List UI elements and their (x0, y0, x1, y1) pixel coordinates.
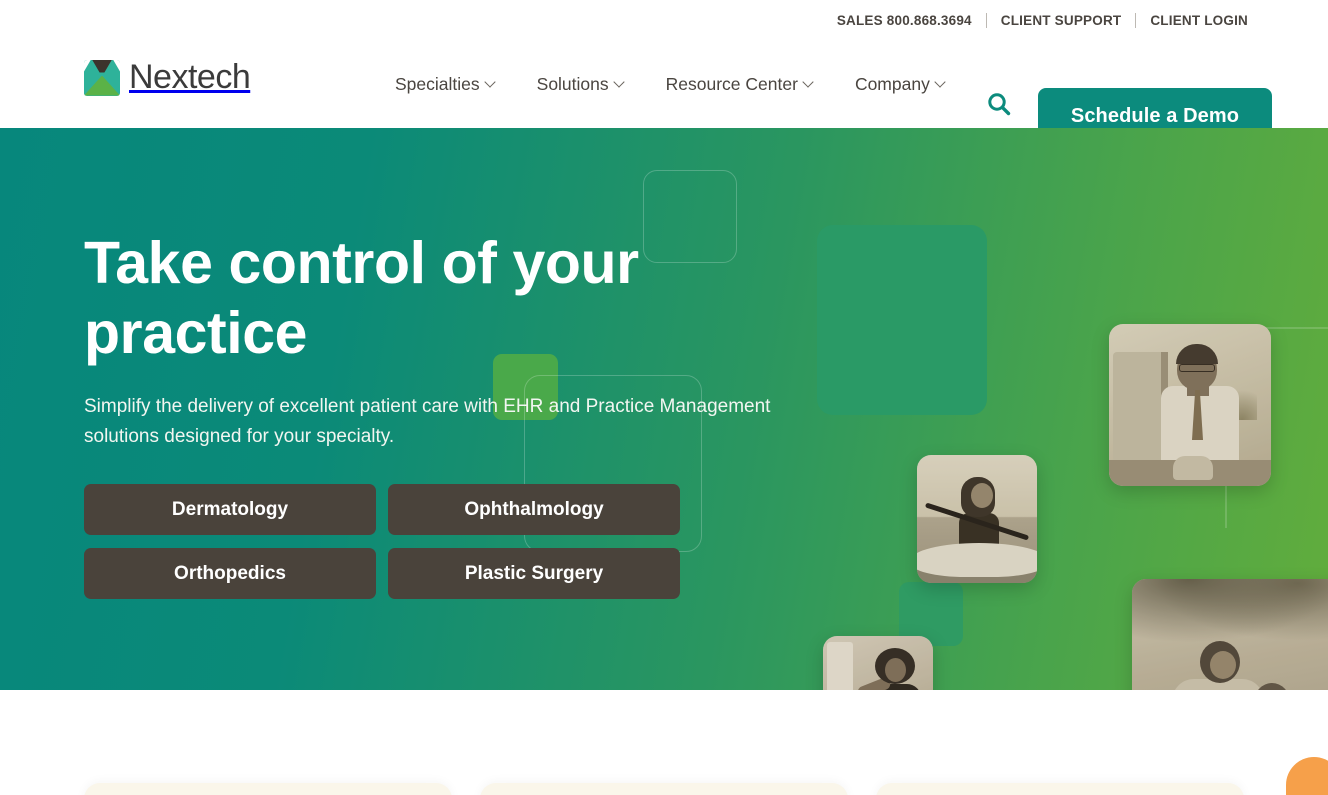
utility-bar: SALES 800.868.3694 CLIENT SUPPORT CLIENT… (0, 0, 1328, 40)
feature-card-row (0, 783, 1328, 795)
photo-doctor-at-computer (1109, 324, 1271, 486)
feature-card-1[interactable] (84, 783, 452, 795)
photo-woman-in-office (823, 636, 933, 690)
hero-subtitle: Simplify the delivery of excellent patie… (84, 396, 771, 447)
specialty-button-ophthalmology[interactable]: Ophthalmology (388, 484, 680, 535)
feature-card-3[interactable] (876, 783, 1244, 795)
search-icon[interactable] (986, 91, 1012, 117)
chevron-down-icon (804, 78, 813, 87)
chevron-down-icon (486, 78, 495, 87)
utility-divider (985, 12, 987, 28)
client-login-link[interactable]: CLIENT LOGIN (1150, 13, 1248, 28)
specialty-button-plastic-surgery[interactable]: Plastic Surgery (388, 548, 680, 599)
feature-card-2[interactable] (480, 783, 848, 795)
specialty-button-dermatology[interactable]: Dermatology (84, 484, 376, 535)
hero-title: Take control of your practice (84, 230, 639, 366)
decorative-filled-square-teal (817, 225, 987, 415)
main-navigation: Specialties Solutions Resource Center Co… (395, 40, 945, 128)
page-root: SALES 800.868.3694 CLIENT SUPPORT CLIENT… (0, 0, 1328, 795)
nav-label: Specialties (395, 73, 480, 94)
sales-phone-link[interactable]: SALES 800.868.3694 (837, 13, 972, 28)
utility-divider (1135, 12, 1137, 28)
nav-label: Solutions (536, 73, 609, 94)
hero-copy: Take control of your practice Simplify t… (84, 228, 784, 599)
photo-family-outdoors (1132, 579, 1328, 690)
nav-item-solutions[interactable]: Solutions (537, 74, 624, 95)
nav-item-company[interactable]: Company (855, 74, 945, 95)
specialty-button-orthopedics[interactable]: Orthopedics (84, 548, 376, 599)
nav-label: Company (854, 73, 930, 94)
below-hero-section (0, 690, 1328, 795)
nav-item-resource-center[interactable]: Resource Center (666, 74, 813, 95)
chevron-down-icon (936, 78, 945, 87)
nextech-logo-mark-icon (84, 59, 120, 96)
photo-woman-kayaking (917, 455, 1037, 583)
site-header: Nextech Specialties Solutions Resource C… (0, 40, 1328, 144)
logo-wordmark: Nextech (129, 58, 251, 96)
specialty-button-group: Dermatology Ophthalmology Orthopedics Pl… (84, 484, 684, 599)
nav-item-specialties[interactable]: Specialties (395, 74, 495, 95)
hero-section: Take control of your practice Simplify t… (0, 128, 1328, 690)
nav-label: Resource Center (665, 73, 798, 94)
nextech-logo[interactable]: Nextech (84, 58, 251, 97)
chevron-down-icon (615, 78, 624, 87)
client-support-link[interactable]: CLIENT SUPPORT (1001, 13, 1122, 28)
